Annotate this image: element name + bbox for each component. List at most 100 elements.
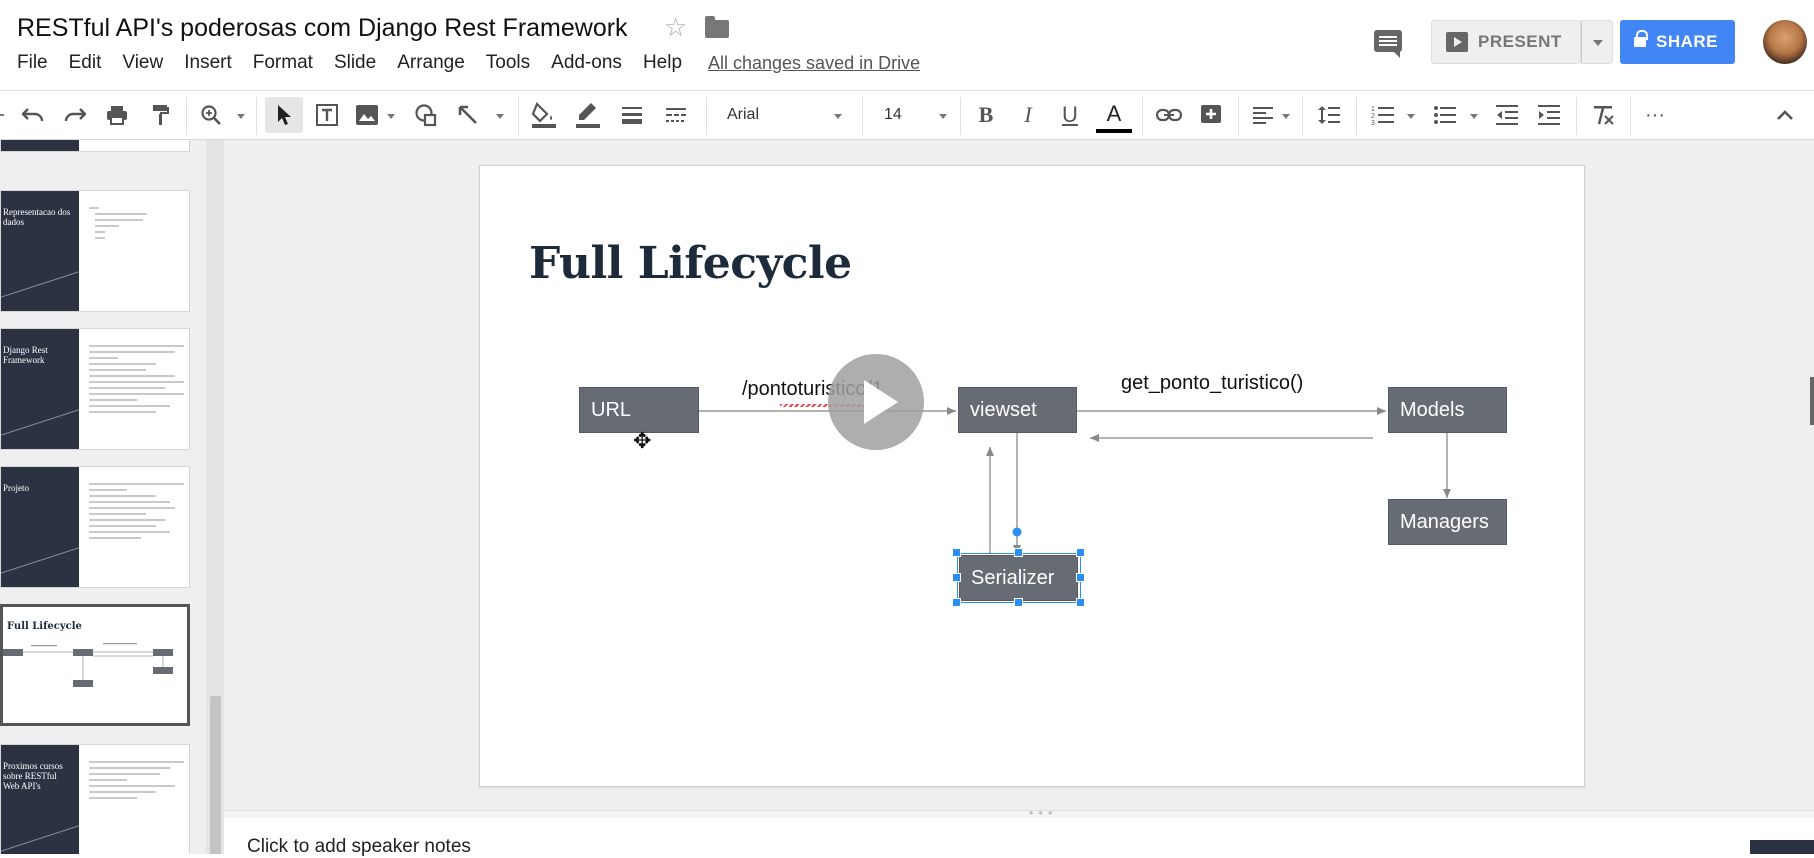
line-dropdown-caret[interactable]: [496, 114, 504, 119]
menu-help[interactable]: Help: [643, 52, 682, 74]
slide-thumbnail[interactable]: [0, 140, 190, 152]
speaker-notes-panel[interactable]: Click to add speaker notes: [224, 818, 1814, 857]
slide-canvas[interactable]: Full Lifecycle URL viewset Models Manage…: [479, 165, 1585, 787]
menu-insert[interactable]: Insert: [184, 52, 232, 74]
font-size-select[interactable]: 14: [884, 101, 944, 129]
menu-file[interactable]: File: [17, 52, 48, 74]
document-title[interactable]: RESTful API's poderosas com Django Rest …: [17, 14, 628, 43]
present-options-button[interactable]: [1581, 20, 1613, 64]
node-viewset[interactable]: viewset: [958, 387, 1077, 433]
image-icon[interactable]: [352, 101, 382, 129]
present-button[interactable]: PRESENT: [1431, 20, 1581, 64]
avatar[interactable]: [1763, 20, 1807, 64]
video-play-icon[interactable]: [828, 354, 924, 450]
side-panel-handle[interactable]: [1810, 377, 1814, 425]
border-color-icon[interactable]: [571, 101, 605, 129]
bold-button[interactable]: B: [970, 101, 1002, 129]
zoom-dropdown-caret[interactable]: [237, 114, 245, 119]
font-family-select[interactable]: Arial: [727, 101, 847, 129]
resize-handle[interactable]: [1014, 598, 1023, 607]
selection-outline: [957, 553, 1081, 603]
present-label: PRESENT: [1478, 32, 1562, 51]
more-options-button[interactable]: ···: [1638, 101, 1672, 129]
speaker-notes-placeholder[interactable]: Click to add speaker notes: [247, 836, 471, 858]
menu-view[interactable]: View: [122, 52, 163, 74]
slide-thumbnail[interactable]: Proximos cursos sobre RESTful Web API's: [0, 744, 190, 854]
slide-thumbnail-title: Proximos cursos sobre RESTful Web API's: [3, 761, 63, 791]
select-pointer-icon[interactable]: [265, 97, 303, 133]
node-managers[interactable]: Managers: [1388, 499, 1507, 545]
align-left-icon[interactable]: [1246, 101, 1280, 129]
align-dropdown-caret[interactable]: [1282, 114, 1290, 119]
paint-format-icon[interactable]: [146, 101, 176, 129]
save-status-link[interactable]: All changes saved in Drive: [708, 53, 920, 74]
comments-icon[interactable]: [1374, 30, 1402, 58]
menu-format[interactable]: Format: [253, 52, 313, 74]
zoom-icon[interactable]: [196, 101, 226, 129]
node-url[interactable]: URL: [579, 387, 699, 433]
notes-resize-handle[interactable]: • • •: [224, 806, 1814, 820]
toolbar: Arial 14 B I U A 123 ···: [0, 90, 1814, 140]
border-dash-icon[interactable]: [659, 101, 693, 129]
move-cursor-icon: ✥: [633, 428, 652, 453]
resize-handle[interactable]: [952, 598, 961, 607]
svg-text:3: 3: [1371, 120, 1375, 126]
resize-handle[interactable]: [1076, 548, 1085, 557]
collapse-toolbar-icon[interactable]: [1770, 101, 1800, 129]
toolbar-overflow-left[interactable]: [0, 101, 6, 129]
menu-slide[interactable]: Slide: [334, 52, 376, 74]
slide-filmstrip[interactable]: Representacao dos dados Django Rest Fram…: [0, 140, 224, 854]
print-icon[interactable]: [102, 101, 132, 129]
numbered-list-icon[interactable]: 123: [1366, 101, 1400, 129]
image-dropdown-caret[interactable]: [387, 114, 395, 119]
menu-arrange[interactable]: Arrange: [397, 52, 465, 74]
share-button[interactable]: SHARE: [1620, 20, 1735, 64]
menu-addons[interactable]: Add-ons: [551, 52, 622, 74]
undo-icon[interactable]: [18, 101, 48, 129]
slide-thumbnail-selected[interactable]: Full Lifecycle: [0, 604, 190, 726]
numbered-list-dropdown-caret[interactable]: [1407, 114, 1415, 119]
resize-handle[interactable]: [952, 573, 961, 582]
resize-handle[interactable]: [1076, 573, 1085, 582]
filmstrip-scrollbar[interactable]: [210, 696, 221, 854]
increase-indent-icon[interactable]: [1532, 101, 1566, 129]
line-spacing-icon[interactable]: [1312, 101, 1346, 129]
italic-button[interactable]: I: [1012, 101, 1044, 129]
connector-endpoint: [1012, 527, 1022, 537]
add-comment-icon[interactable]: [1194, 101, 1228, 129]
star-icon[interactable]: ☆: [664, 12, 687, 43]
font-family-dropdown-caret[interactable]: [834, 114, 842, 119]
font-size-dropdown-caret[interactable]: [939, 114, 947, 119]
bulleted-list-icon[interactable]: [1428, 101, 1462, 129]
bulleted-list-dropdown-caret[interactable]: [1470, 114, 1478, 119]
toolbar-divider: [186, 97, 187, 135]
text-color-button[interactable]: A: [1096, 101, 1132, 133]
resize-handle[interactable]: [952, 548, 961, 557]
toolbar-divider: [1142, 97, 1143, 135]
redo-icon[interactable]: [60, 101, 90, 129]
thumbnail-diagram: [3, 643, 173, 687]
menu-tools[interactable]: Tools: [486, 52, 530, 74]
menu-edit[interactable]: Edit: [69, 52, 102, 74]
text-box-icon[interactable]: [312, 101, 342, 129]
border-weight-icon[interactable]: [615, 101, 649, 129]
slide-thumbnail[interactable]: Representacao dos dados: [0, 190, 190, 312]
explore-button[interactable]: [1750, 840, 1814, 854]
slide-thumbnail-title: Representacao dos dados: [3, 207, 71, 227]
fill-color-icon[interactable]: [527, 101, 561, 129]
toolbar-divider: [862, 97, 863, 135]
shape-icon[interactable]: [410, 101, 442, 129]
decrease-indent-icon[interactable]: [1490, 101, 1524, 129]
font-family-value: Arial: [727, 106, 760, 123]
resize-handle[interactable]: [1014, 548, 1023, 557]
slide-thumbnail[interactable]: Projeto: [0, 466, 190, 588]
node-models[interactable]: Models: [1388, 387, 1507, 433]
edge-label-viewset-to-models[interactable]: get_ponto_turistico(): [1121, 372, 1303, 395]
line-icon[interactable]: [452, 101, 484, 129]
resize-handle[interactable]: [1076, 598, 1085, 607]
clear-formatting-icon[interactable]: [1586, 101, 1620, 129]
link-icon[interactable]: [1152, 101, 1186, 129]
underline-button[interactable]: U: [1054, 101, 1086, 129]
slide-thumbnail[interactable]: Django Rest Framework: [0, 328, 190, 450]
folder-icon[interactable]: [705, 16, 729, 38]
